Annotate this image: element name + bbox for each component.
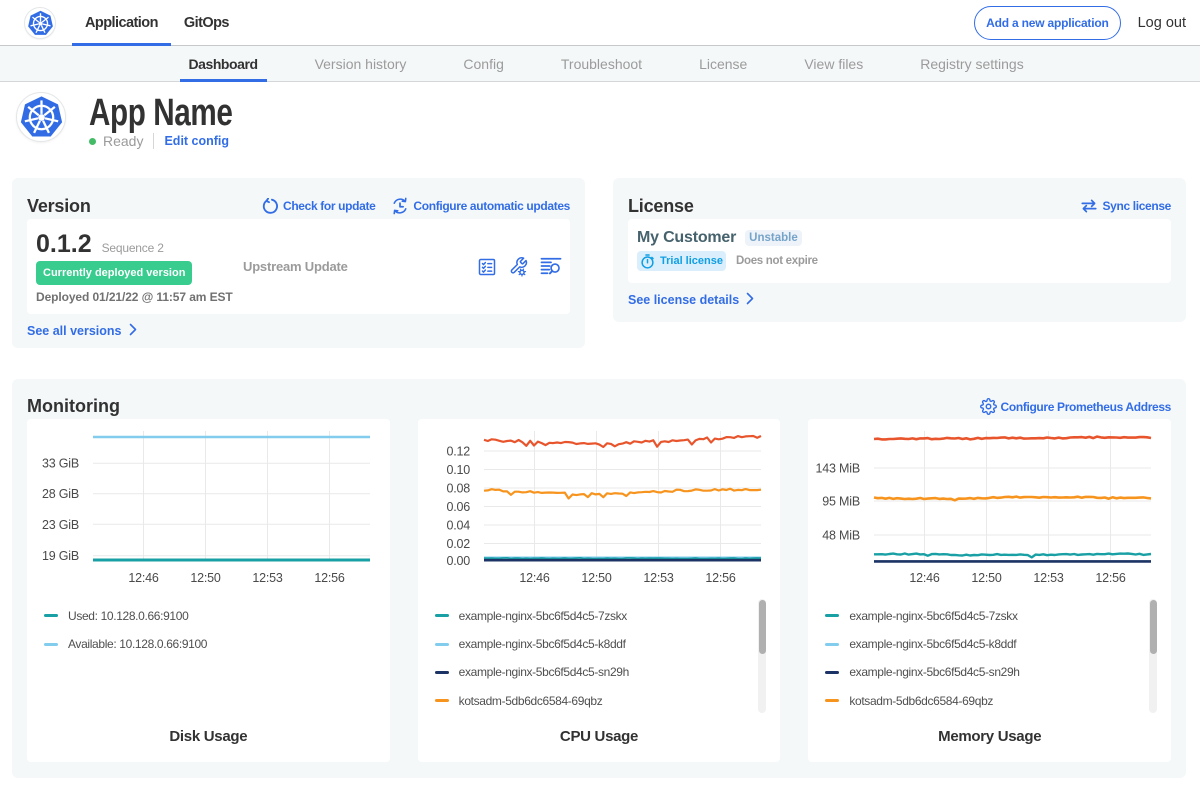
svg-text:0.10: 0.10	[446, 463, 470, 477]
svg-text:12:56: 12:56	[705, 571, 736, 585]
svg-text:0.00: 0.00	[446, 554, 470, 568]
svg-text:23 GiB: 23 GiB	[42, 518, 79, 532]
svg-text:95 MiB: 95 MiB	[823, 495, 861, 509]
svg-text:12:50: 12:50	[581, 571, 612, 585]
svg-text:0.02: 0.02	[446, 537, 470, 551]
svg-text:12:53: 12:53	[1034, 571, 1065, 585]
svg-text:28 GiB: 28 GiB	[42, 487, 79, 501]
svg-text:12:53: 12:53	[643, 571, 674, 585]
svg-text:0.04: 0.04	[446, 519, 470, 533]
svg-text:0.12: 0.12	[446, 445, 470, 459]
svg-text:48 MiB: 48 MiB	[823, 529, 861, 543]
svg-text:143 MiB: 143 MiB	[816, 462, 860, 476]
svg-text:0.08: 0.08	[446, 482, 470, 496]
svg-text:12:50: 12:50	[190, 571, 221, 585]
svg-text:12:46: 12:46	[910, 571, 941, 585]
svg-text:33 GiB: 33 GiB	[42, 457, 79, 471]
svg-text:19 GiB: 19 GiB	[42, 549, 79, 563]
svg-text:12:56: 12:56	[1096, 571, 1127, 585]
svg-text:12:46: 12:46	[519, 571, 550, 585]
svg-text:0.06: 0.06	[446, 500, 470, 514]
svg-text:12:56: 12:56	[314, 571, 345, 585]
svg-text:12:46: 12:46	[128, 571, 159, 585]
svg-text:12:50: 12:50	[972, 571, 1003, 585]
svg-text:12:53: 12:53	[252, 571, 283, 585]
